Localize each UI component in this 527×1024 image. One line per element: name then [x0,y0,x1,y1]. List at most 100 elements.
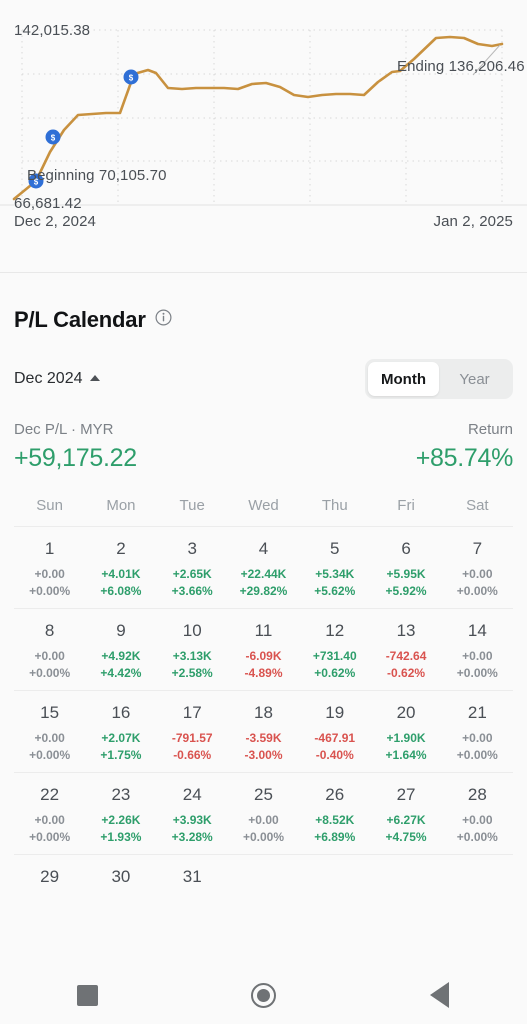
calendar-day-cell[interactable]: 24 +3.93K +3.28% [157,773,228,854]
calendar-day-percent: -3.00% [244,748,283,762]
calendar-day-amount: +5.95K [386,567,426,581]
calendar-day-amount: +0.00 [462,813,493,827]
tab-year[interactable]: Year [439,362,510,396]
calendar-week-row: 22 +0.00 +0.00% 23 +2.26K +1.93% 24 +3.93K +3.28… [14,773,513,854]
calendar-day-cell[interactable]: 3 +2.65K +3.66% [157,527,228,608]
calendar-day-cell[interactable]: 21 +0.00 +0.00% [442,691,513,772]
home-button[interactable] [176,966,352,1024]
calendar-day-cell[interactable]: 20 +1.90K +1.64% [370,691,441,772]
recents-button[interactable] [0,966,176,1024]
calendar-day-percent: +4.75% [385,830,427,844]
calendar-day-number: 22 [40,785,60,804]
android-nav-bar [0,966,527,1024]
calendar-day-cell[interactable]: 4 +22.44K +29.82% [228,527,299,608]
calendar-week-row: 15 +0.00 +0.00% 16 +2.07K +1.75% 17 -791.57 -0.6… [14,691,513,772]
chart-beginning-label: Beginning 70,105.70 [27,167,167,184]
calendar-day-amount: +6.27K [386,813,426,827]
calendar-day-cell[interactable]: 18 -3.59K -3.00% [228,691,299,772]
period-toggle[interactable]: Month Year [365,359,513,399]
calendar-day-cell[interactable]: 22 +0.00 +0.00% [14,773,85,854]
calendar-day-cell[interactable]: 26 +8.52K +6.89% [299,773,370,854]
back-button[interactable] [351,966,527,1024]
calendar-day-number: 16 [111,703,131,722]
calendar-day-number: 1 [44,539,55,558]
calendar-day-cell[interactable]: 8 +0.00 +0.00% [14,609,85,690]
calendar-day-percent: +0.00% [242,830,284,844]
calendar-day-cell[interactable]: 16 +2.07K +1.75% [85,691,156,772]
calendar-weeks: 1 +0.00 +0.00% 2 +4.01K +6.08% 3 +2.65K +3.66% 4 +… [14,526,513,905]
calendar-day-cell [370,855,441,905]
calendar-day-cell[interactable]: 9 +4.92K +4.42% [85,609,156,690]
calendar-day-cell[interactable]: 19 -467.91 -0.40% [299,691,370,772]
circle-icon [251,982,276,1008]
svg-text:$: $ [129,74,134,83]
calendar-day-number: 10 [182,621,202,640]
calendar-day-amount: -742.64 [385,649,427,663]
calendar-day-cell[interactable]: 11 -6.09K -4.89% [228,609,299,690]
calendar-day-amount: -467.91 [314,731,356,745]
chart-ending-label: Ending 136,206.46 [397,58,525,75]
calendar-day-amount: +0.00 [34,649,65,663]
calendar-day-percent: +5.92% [385,584,427,598]
calendar-day-amount: +22.44K [240,567,287,581]
square-icon [77,984,99,1006]
page-title: P/L Calendar [14,307,146,332]
calendar-day-percent: +0.00% [29,748,71,762]
calendar-day-number: 21 [467,703,487,722]
calendar-day-cell[interactable]: 5 +5.34K +5.62% [299,527,370,608]
calendar-day-amount: +1.90K [386,731,426,745]
calendar-week-row: 1 +0.00 +0.00% 2 +4.01K +6.08% 3 +2.65K +3.66% 4 +… [14,527,513,608]
calendar-day-amount: +3.13K [172,649,212,663]
calendar-day-cell[interactable]: 15 +0.00 +0.00% [14,691,85,772]
calendar-day-amount: +0.00 [248,813,279,827]
dow-wed: Wed [248,497,279,514]
calendar-day-number: 31 [182,867,202,886]
chart-canvas[interactable]: $ $ $ [0,0,527,272]
calendar-day-amount: +5.34K [315,567,355,581]
calendar-day-cell[interactable]: 13 -742.64 -0.62% [370,609,441,690]
calendar-day-number: 27 [396,785,416,804]
calendar-day-cell[interactable]: 7 +0.00 +0.00% [442,527,513,608]
calendar-day-percent: +4.42% [100,666,142,680]
calendar-day-cell[interactable]: 6 +5.95K +5.92% [370,527,441,608]
calendar-day-cell[interactable]: 10 +3.13K +2.58% [157,609,228,690]
calendar-day-amount: +0.00 [34,731,65,745]
calendar-day-number: 19 [325,703,345,722]
calendar-day-number: 11 [254,621,273,640]
chart-start-date: Dec 2, 2024 [14,213,96,230]
chart-max-value: 142,015.38 [14,22,91,39]
info-icon[interactable] [155,309,172,331]
calendar-day-cell [228,855,299,905]
calendar-day-cell[interactable]: 17 -791.57 -0.66% [157,691,228,772]
dow-tue: Tue [179,497,205,514]
portfolio-chart[interactable]: $ $ $ 142,015.38 66,681.42 Dec 2, 2024 J… [0,0,527,272]
calendar-day-cell[interactable]: 1 +0.00 +0.00% [14,527,85,608]
calendar-day-number: 28 [467,785,487,804]
calendar-day-cell[interactable]: 27 +6.27K +4.75% [370,773,441,854]
pl-summary-caption: Dec P/L · MYR [14,421,114,438]
calendar-day-amount: +0.00 [34,567,65,581]
calendar-day-cell [299,855,370,905]
calendar-day-number: 9 [116,621,126,640]
dow-mon: Mon [106,497,136,514]
calendar-day-number: 12 [325,621,345,640]
calendar-day-cell[interactable]: 12 +731.40 +0.62% [299,609,370,690]
calendar-day-cell[interactable]: 23 +2.26K +1.93% [85,773,156,854]
calendar-day-number: 15 [40,703,60,722]
calendar-day-amount: +2.07K [101,731,141,745]
calendar-day-number: 30 [111,867,131,886]
calendar-day-amount: +8.52K [315,813,355,827]
dow-fri: Fri [397,497,415,514]
calendar-day-cell[interactable]: 31 [157,855,228,905]
calendar-day-cell[interactable]: 29 [14,855,85,905]
tab-month[interactable]: Month [368,362,439,396]
calendar-day-cell[interactable]: 28 +0.00 +0.00% [442,773,513,854]
calendar-day-cell[interactable]: 25 +0.00 +0.00% [228,773,299,854]
calendar-day-cell[interactable]: 14 +0.00 +0.00% [442,609,513,690]
month-picker[interactable]: Dec 2024 [14,370,100,388]
calendar-day-amount: +2.65K [172,567,212,581]
calendar-day-cell[interactable]: 2 +4.01K +6.08% [85,527,156,608]
calendar-day-cell[interactable]: 30 [85,855,156,905]
calendar-day-amount: +0.00 [34,813,65,827]
calendar-day-amount: +0.00 [462,649,493,663]
